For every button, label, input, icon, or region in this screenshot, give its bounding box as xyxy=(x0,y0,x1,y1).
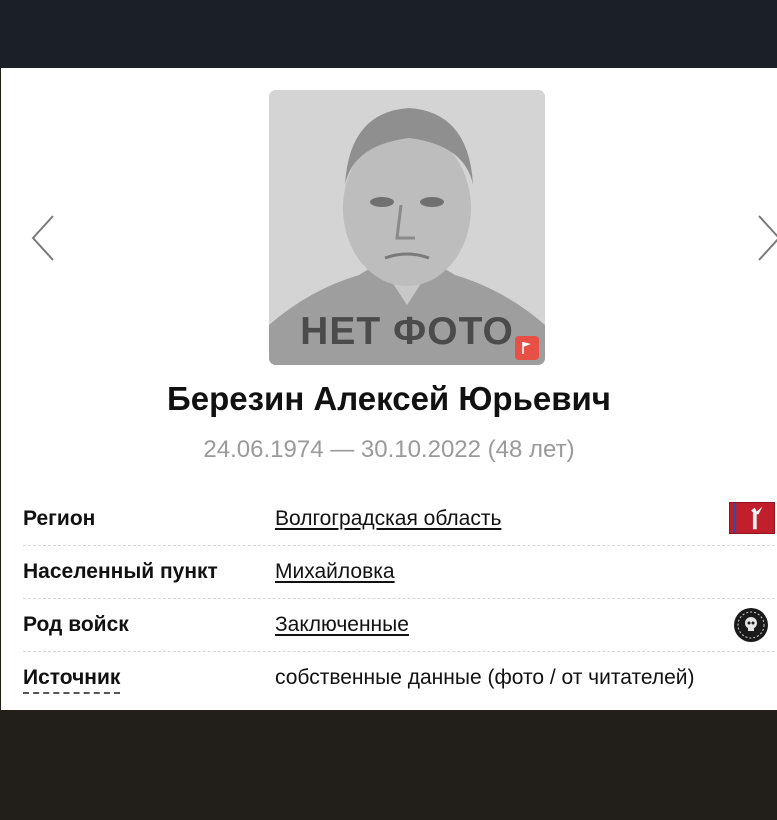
skull-emblem-icon xyxy=(734,608,768,642)
detail-row-source: Источник собственные данные (фото / от ч… xyxy=(23,652,775,704)
source-value: собственные данные (фото / от читателей) xyxy=(275,666,695,689)
detail-row-locality: Населенный пункт Михайловка xyxy=(23,546,775,599)
next-arrow-icon[interactable] xyxy=(749,208,777,268)
life-dates: 24.06.1974 — 30.10.2022 (48 лет) xyxy=(203,436,575,463)
detail-row-region: Регион Волгоградская область xyxy=(23,493,775,546)
detail-label: Регион xyxy=(23,507,96,530)
details-list: Регион Волгоградская область Населенный … xyxy=(23,493,775,704)
locality-link[interactable]: Михайловка xyxy=(275,560,395,584)
previous-arrow-icon[interactable] xyxy=(23,208,63,268)
troops-link[interactable]: Заключенные xyxy=(275,613,409,637)
detail-label: Населенный пункт xyxy=(23,560,218,583)
detail-label: Род войск xyxy=(23,613,129,636)
placeholder-photo: НЕТ ФОТО xyxy=(269,90,545,365)
person-card: НЕТ ФОТО Березин Алексей Юрьевич 24.06.1… xyxy=(1,68,777,710)
top-bar xyxy=(0,0,777,68)
bottom-area xyxy=(0,710,777,820)
region-link[interactable]: Волгоградская область xyxy=(275,507,501,531)
source-label-tooltip[interactable]: Источник xyxy=(23,666,121,694)
region-flag-icon xyxy=(729,502,775,534)
detail-row-troops: Род войск Заключенные xyxy=(23,599,775,652)
person-name: Березин Алексей Юрьевич xyxy=(167,380,611,417)
no-photo-label: НЕТ ФОТО xyxy=(300,310,514,353)
report-flag-icon[interactable] xyxy=(515,336,539,360)
